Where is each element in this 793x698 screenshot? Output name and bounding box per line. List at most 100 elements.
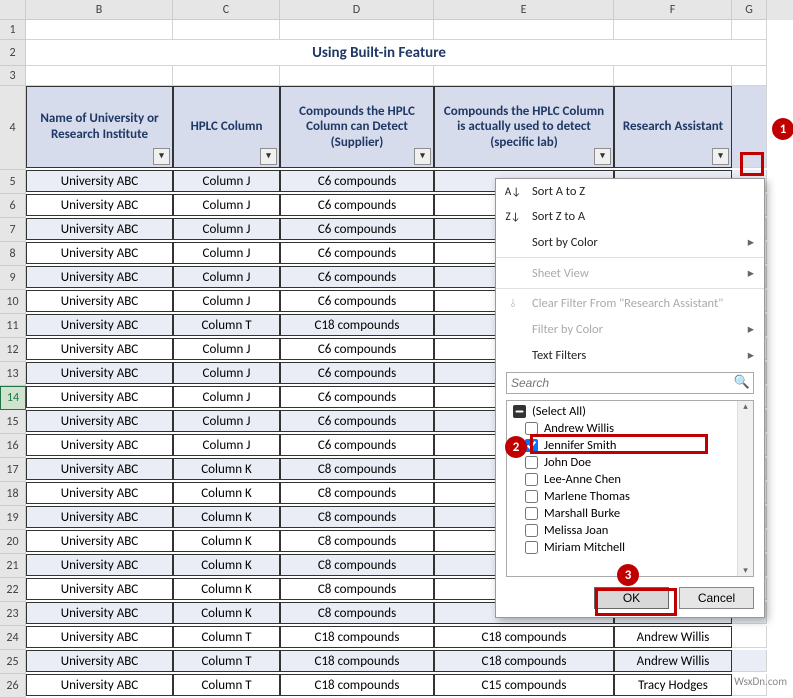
cell-university[interactable]: University ABC: [26, 362, 173, 384]
filter-option[interactable]: Miriam Mitchell: [509, 539, 751, 556]
row-number[interactable]: 7: [0, 218, 26, 242]
col-letter[interactable]: E: [434, 0, 614, 20]
cell-compounds-lab[interactable]: C15 compounds: [434, 674, 614, 696]
cell-compounds-supplier[interactable]: C18 compounds: [280, 314, 434, 336]
row-number[interactable]: 10: [0, 290, 26, 314]
row-number[interactable]: 1: [0, 20, 26, 40]
cell-hplc[interactable]: Column J: [173, 194, 280, 216]
filter-option[interactable]: Marlene Thomas: [509, 488, 751, 505]
checkbox[interactable]: [525, 490, 538, 503]
cell-university[interactable]: University ABC: [26, 170, 173, 192]
cell-hplc[interactable]: Column T: [173, 674, 280, 696]
cell-university[interactable]: University ABC: [26, 434, 173, 456]
col-letter[interactable]: B: [26, 0, 173, 20]
cell-compounds-lab[interactable]: C18 compounds: [434, 650, 614, 672]
cell-compounds-supplier[interactable]: C18 compounds: [280, 650, 434, 672]
cell-hplc[interactable]: Column K: [173, 458, 280, 480]
checkbox[interactable]: [525, 456, 538, 469]
row-number[interactable]: 3: [0, 66, 26, 86]
cell-university[interactable]: University ABC: [26, 266, 173, 288]
scrollbar[interactable]: ▴ ▾: [737, 401, 753, 576]
cell-university[interactable]: University ABC: [26, 506, 173, 528]
scroll-down-icon[interactable]: ▾: [738, 565, 753, 576]
checkbox[interactable]: [525, 507, 538, 520]
cell-university[interactable]: University ABC: [26, 338, 173, 360]
cell-compounds-supplier[interactable]: C18 compounds: [280, 674, 434, 696]
col-letter[interactable]: [0, 0, 26, 20]
row-number[interactable]: 9: [0, 266, 26, 290]
row-number[interactable]: 17: [0, 458, 26, 482]
cell-hplc[interactable]: Column K: [173, 554, 280, 576]
filter-option[interactable]: Melissa Joan: [509, 522, 751, 539]
text-filters[interactable]: Text Filters ▸: [496, 342, 764, 368]
row-number[interactable]: 13: [0, 362, 26, 386]
cell-compounds-supplier[interactable]: C6 compounds: [280, 338, 434, 360]
row-number[interactable]: 25: [0, 650, 26, 674]
row-number[interactable]: 4: [0, 86, 26, 170]
cell-university[interactable]: University ABC: [26, 674, 173, 696]
cell-university[interactable]: University ABC: [26, 314, 173, 336]
cell-university[interactable]: University ABC: [26, 458, 173, 480]
cell-compounds-supplier[interactable]: C6 compounds: [280, 170, 434, 192]
filter-dropdown-icon[interactable]: ▾: [153, 148, 170, 165]
cell-hplc[interactable]: Column K: [173, 482, 280, 504]
cell-university[interactable]: University ABC: [26, 218, 173, 240]
sort-za[interactable]: Z↓ Sort Z to A: [496, 204, 764, 229]
row-number[interactable]: 19: [0, 506, 26, 530]
cell-hplc[interactable]: Column J: [173, 386, 280, 408]
cell-hplc[interactable]: Column T: [173, 314, 280, 336]
cell-compounds-supplier[interactable]: C8 compounds: [280, 602, 434, 624]
checkbox[interactable]: [525, 541, 538, 554]
cell-hplc[interactable]: Column T: [173, 650, 280, 672]
cell-compounds-supplier[interactable]: C6 compounds: [280, 266, 434, 288]
col-letter[interactable]: D: [280, 0, 434, 20]
cell-compounds-supplier[interactable]: C18 compounds: [280, 626, 434, 648]
cell-compounds-supplier[interactable]: C6 compounds: [280, 386, 434, 408]
cell-compounds-supplier[interactable]: C8 compounds: [280, 578, 434, 600]
checkbox[interactable]: [513, 405, 526, 418]
cell-hplc[interactable]: Column J: [173, 410, 280, 432]
row-number[interactable]: 11: [0, 314, 26, 338]
cell-compounds-supplier[interactable]: C8 compounds: [280, 506, 434, 528]
col-letter[interactable]: F: [614, 0, 732, 20]
cell-compounds-supplier[interactable]: C6 compounds: [280, 218, 434, 240]
filter-option[interactable]: Marshall Burke: [509, 505, 751, 522]
cell-university[interactable]: University ABC: [26, 554, 173, 576]
row-number[interactable]: 26: [0, 674, 26, 698]
col-letter[interactable]: C: [173, 0, 280, 20]
cell-university[interactable]: University ABC: [26, 626, 173, 648]
row-number[interactable]: 2: [0, 40, 26, 66]
cell-university[interactable]: University ABC: [26, 578, 173, 600]
row-number[interactable]: 15: [0, 410, 26, 434]
cell-research-assistant[interactable]: Andrew Willis: [614, 626, 732, 648]
filter-search-input[interactable]: [506, 372, 754, 394]
filter-dropdown-icon[interactable]: ▾: [594, 148, 611, 165]
cell-compounds-supplier[interactable]: C6 compounds: [280, 410, 434, 432]
cell-hplc[interactable]: Column T: [173, 626, 280, 648]
sort-az[interactable]: A↓ Sort A to Z: [496, 179, 764, 204]
cell-hplc[interactable]: Column K: [173, 578, 280, 600]
row-number[interactable]: 8: [0, 242, 26, 266]
row-number[interactable]: 20: [0, 530, 26, 554]
cell-compounds-supplier[interactable]: C6 compounds: [280, 242, 434, 264]
cell-hplc[interactable]: Column K: [173, 530, 280, 552]
cell-hplc[interactable]: Column J: [173, 362, 280, 384]
row-number[interactable]: 5: [0, 170, 26, 194]
cell-university[interactable]: University ABC: [26, 650, 173, 672]
cell-university[interactable]: University ABC: [26, 482, 173, 504]
cell-compounds-supplier[interactable]: C8 compounds: [280, 530, 434, 552]
row-number[interactable]: 23: [0, 602, 26, 626]
cell-hplc[interactable]: Column K: [173, 602, 280, 624]
cell-compounds-supplier[interactable]: C6 compounds: [280, 434, 434, 456]
cell-research-assistant[interactable]: Tracy Hodges: [614, 674, 732, 696]
row-number[interactable]: 12: [0, 338, 26, 362]
cell-hplc[interactable]: Column J: [173, 290, 280, 312]
cell-hplc[interactable]: Column J: [173, 170, 280, 192]
scroll-up-icon[interactable]: ▴: [738, 401, 753, 412]
cell-university[interactable]: University ABC: [26, 410, 173, 432]
checkbox[interactable]: [525, 524, 538, 537]
sort-by-color[interactable]: Sort by Color ▸: [496, 229, 764, 255]
cell-university[interactable]: University ABC: [26, 194, 173, 216]
cancel-button[interactable]: Cancel: [679, 587, 754, 609]
cell-university[interactable]: University ABC: [26, 530, 173, 552]
